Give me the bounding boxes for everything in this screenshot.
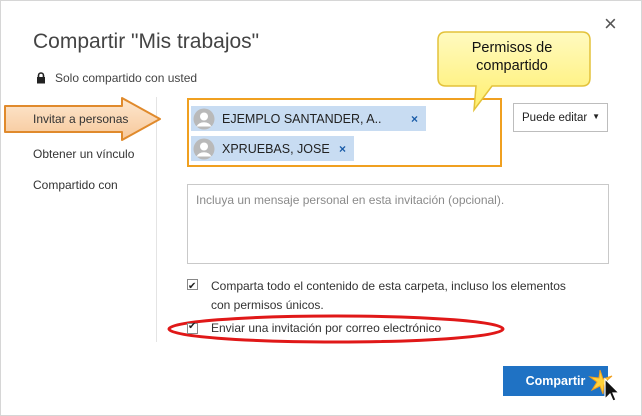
- checkbox-icon[interactable]: [187, 277, 198, 296]
- lock-icon: [37, 72, 45, 84]
- recipient-chip[interactable]: XPRUEBAS, JOSE ×: [191, 136, 354, 161]
- dialog-title: Compartir "Mis trabajos": [33, 30, 260, 53]
- message-input[interactable]: Incluya un mensaje personal en esta invi…: [187, 184, 609, 264]
- recipient-name: EJEMPLO SANTANDER, A..: [222, 111, 382, 126]
- share-all-option[interactable]: Comparta todo el contenido de esta carpe…: [187, 277, 587, 315]
- callout-text: Permisos de compartido: [471, 40, 553, 74]
- avatar-icon: [193, 138, 215, 159]
- remove-icon[interactable]: ×: [339, 142, 346, 156]
- send-email-option[interactable]: Enviar una invitación por correo electró…: [187, 321, 441, 335]
- nav-item-get-link[interactable]: Obtener un vínculo: [33, 147, 134, 161]
- shared-status-text: Solo compartido con usted: [55, 71, 198, 85]
- nav-item-shared-with[interactable]: Compartido con: [33, 178, 118, 192]
- shared-status: Solo compartido con usted: [36, 71, 197, 85]
- share-all-label: Comparta todo el contenido de esta carpe…: [211, 279, 566, 312]
- recipient-name: XPRUEBAS, JOSE: [222, 141, 330, 156]
- cursor-icon: [588, 369, 621, 402]
- remove-icon[interactable]: ×: [411, 112, 418, 126]
- nav-item-invite[interactable]: Invitar a personas: [33, 112, 128, 126]
- send-email-label: Enviar una invitación por correo electró…: [211, 321, 442, 335]
- avatar-icon: [193, 108, 215, 129]
- close-icon[interactable]: ×: [604, 13, 617, 35]
- recipient-chip[interactable]: EJEMPLO SANTANDER, A.. ×: [191, 106, 426, 131]
- checkbox-icon[interactable]: [187, 321, 198, 334]
